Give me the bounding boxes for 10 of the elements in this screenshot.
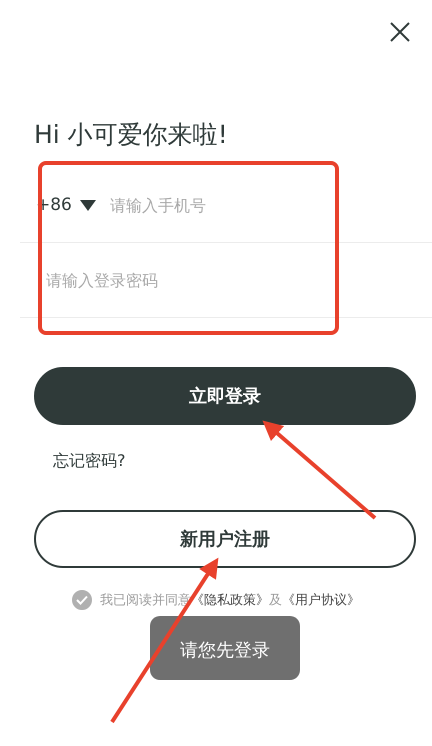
caret-icon (80, 200, 96, 210)
login-toast: 请您先登录 (150, 616, 300, 680)
register-button[interactable]: 新用户注册 (34, 510, 416, 568)
greeting-title: Hi 小可爱你来啦! (34, 119, 229, 151)
forgot-password-link[interactable]: 忘记密码? (53, 451, 126, 472)
user-agreement-link[interactable]: 《用户协议》 (282, 593, 360, 608)
privacy-policy-link[interactable]: 《隐私政策》 (191, 593, 269, 608)
check-icon (76, 595, 88, 605)
login-button[interactable]: 立即登录 (34, 367, 416, 425)
agreement-checkbox[interactable] (72, 590, 92, 610)
